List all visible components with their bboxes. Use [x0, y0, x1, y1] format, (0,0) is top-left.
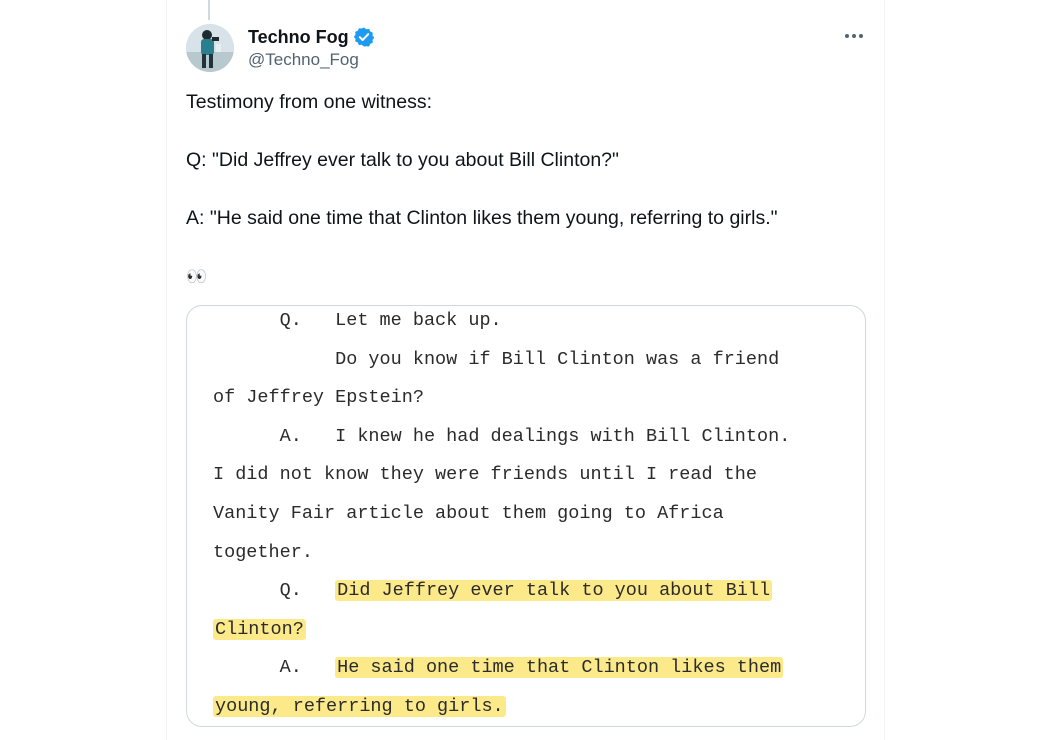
transcript-line: A. He said one time that Clinton likes t…: [213, 657, 784, 679]
transcript-text: I did not know they were friends until I…: [213, 464, 757, 486]
transcript-speaker: Q.: [213, 310, 336, 331]
transcript-line: Do you know if Bill Clinton was a friend: [213, 349, 779, 371]
thread-connector-line: [208, 0, 210, 20]
verified-badge-icon[interactable]: [353, 26, 375, 48]
transcript-speaker: A.: [213, 425, 336, 447]
author-handle[interactable]: @Techno_Fog: [248, 50, 359, 70]
transcript-line: young, referring to girls.: [213, 696, 506, 718]
transcript-line: Vanity Fair article about them going to …: [213, 503, 724, 525]
transcript-speaker: A.: [213, 657, 336, 679]
transcript-line: Clinton?: [213, 618, 306, 641]
transcript-speaker: Q.: [213, 580, 336, 602]
tweet-text-line: A: "He said one time that Clinton likes …: [186, 207, 778, 229]
timeline-right-border: [884, 0, 885, 740]
highlighted-text: He said one time that Clinton likes them: [335, 657, 784, 679]
author-display-name[interactable]: Techno Fog: [248, 27, 349, 48]
transcript-line: Q. Let me back up.: [213, 310, 502, 332]
author-name-row: Techno Fog: [248, 25, 375, 49]
highlighted-text: Clinton?: [213, 618, 306, 640]
tweet-text: Testimony from one witness: Q: "Did Jeff…: [186, 88, 866, 320]
tweet-text-line: Testimony from one witness:: [186, 91, 433, 113]
transcript-line: Q. Did Jeffrey ever talk to you about Bi…: [213, 580, 773, 602]
avatar[interactable]: [186, 24, 234, 72]
highlighted-text: young, referring to girls.: [213, 696, 506, 717]
transcript-text: Vanity Fair article about them going to …: [213, 503, 724, 524]
transcript-text: Let me back up.: [335, 310, 502, 331]
tweet-text-line: Q: "Did Jeffrey ever talk to you about B…: [186, 149, 619, 171]
transcript-speaker: [213, 349, 335, 370]
tweet-media-image[interactable]: Q. Let me back up. Do you know if Bill C…: [186, 305, 866, 727]
transcript-line: together.: [213, 542, 313, 564]
avatar-image: [186, 24, 234, 72]
transcript-line: of Jeffrey Epstein?: [213, 387, 424, 409]
eyes-emoji: 👀: [186, 267, 207, 286]
transcript-text: together.: [213, 541, 313, 563]
transcript-text: Do you know if Bill Clinton was a friend: [335, 348, 780, 370]
highlighted-text: Did Jeffrey ever talk to you about Bill: [335, 580, 773, 602]
timeline-left-border: [166, 0, 167, 740]
more-horizontal-icon[interactable]: [838, 24, 870, 48]
transcript-line: A. I knew he had dealings with Bill Clin…: [213, 425, 791, 448]
deposition-transcript: Q. Let me back up. Do you know if Bill C…: [187, 306, 865, 726]
transcript-line: I did not know they were friends until I…: [213, 464, 757, 486]
transcript-text: of Jeffrey Epstein?: [213, 387, 424, 409]
transcript-text: I knew he had dealings with Bill Clinton…: [335, 425, 791, 447]
